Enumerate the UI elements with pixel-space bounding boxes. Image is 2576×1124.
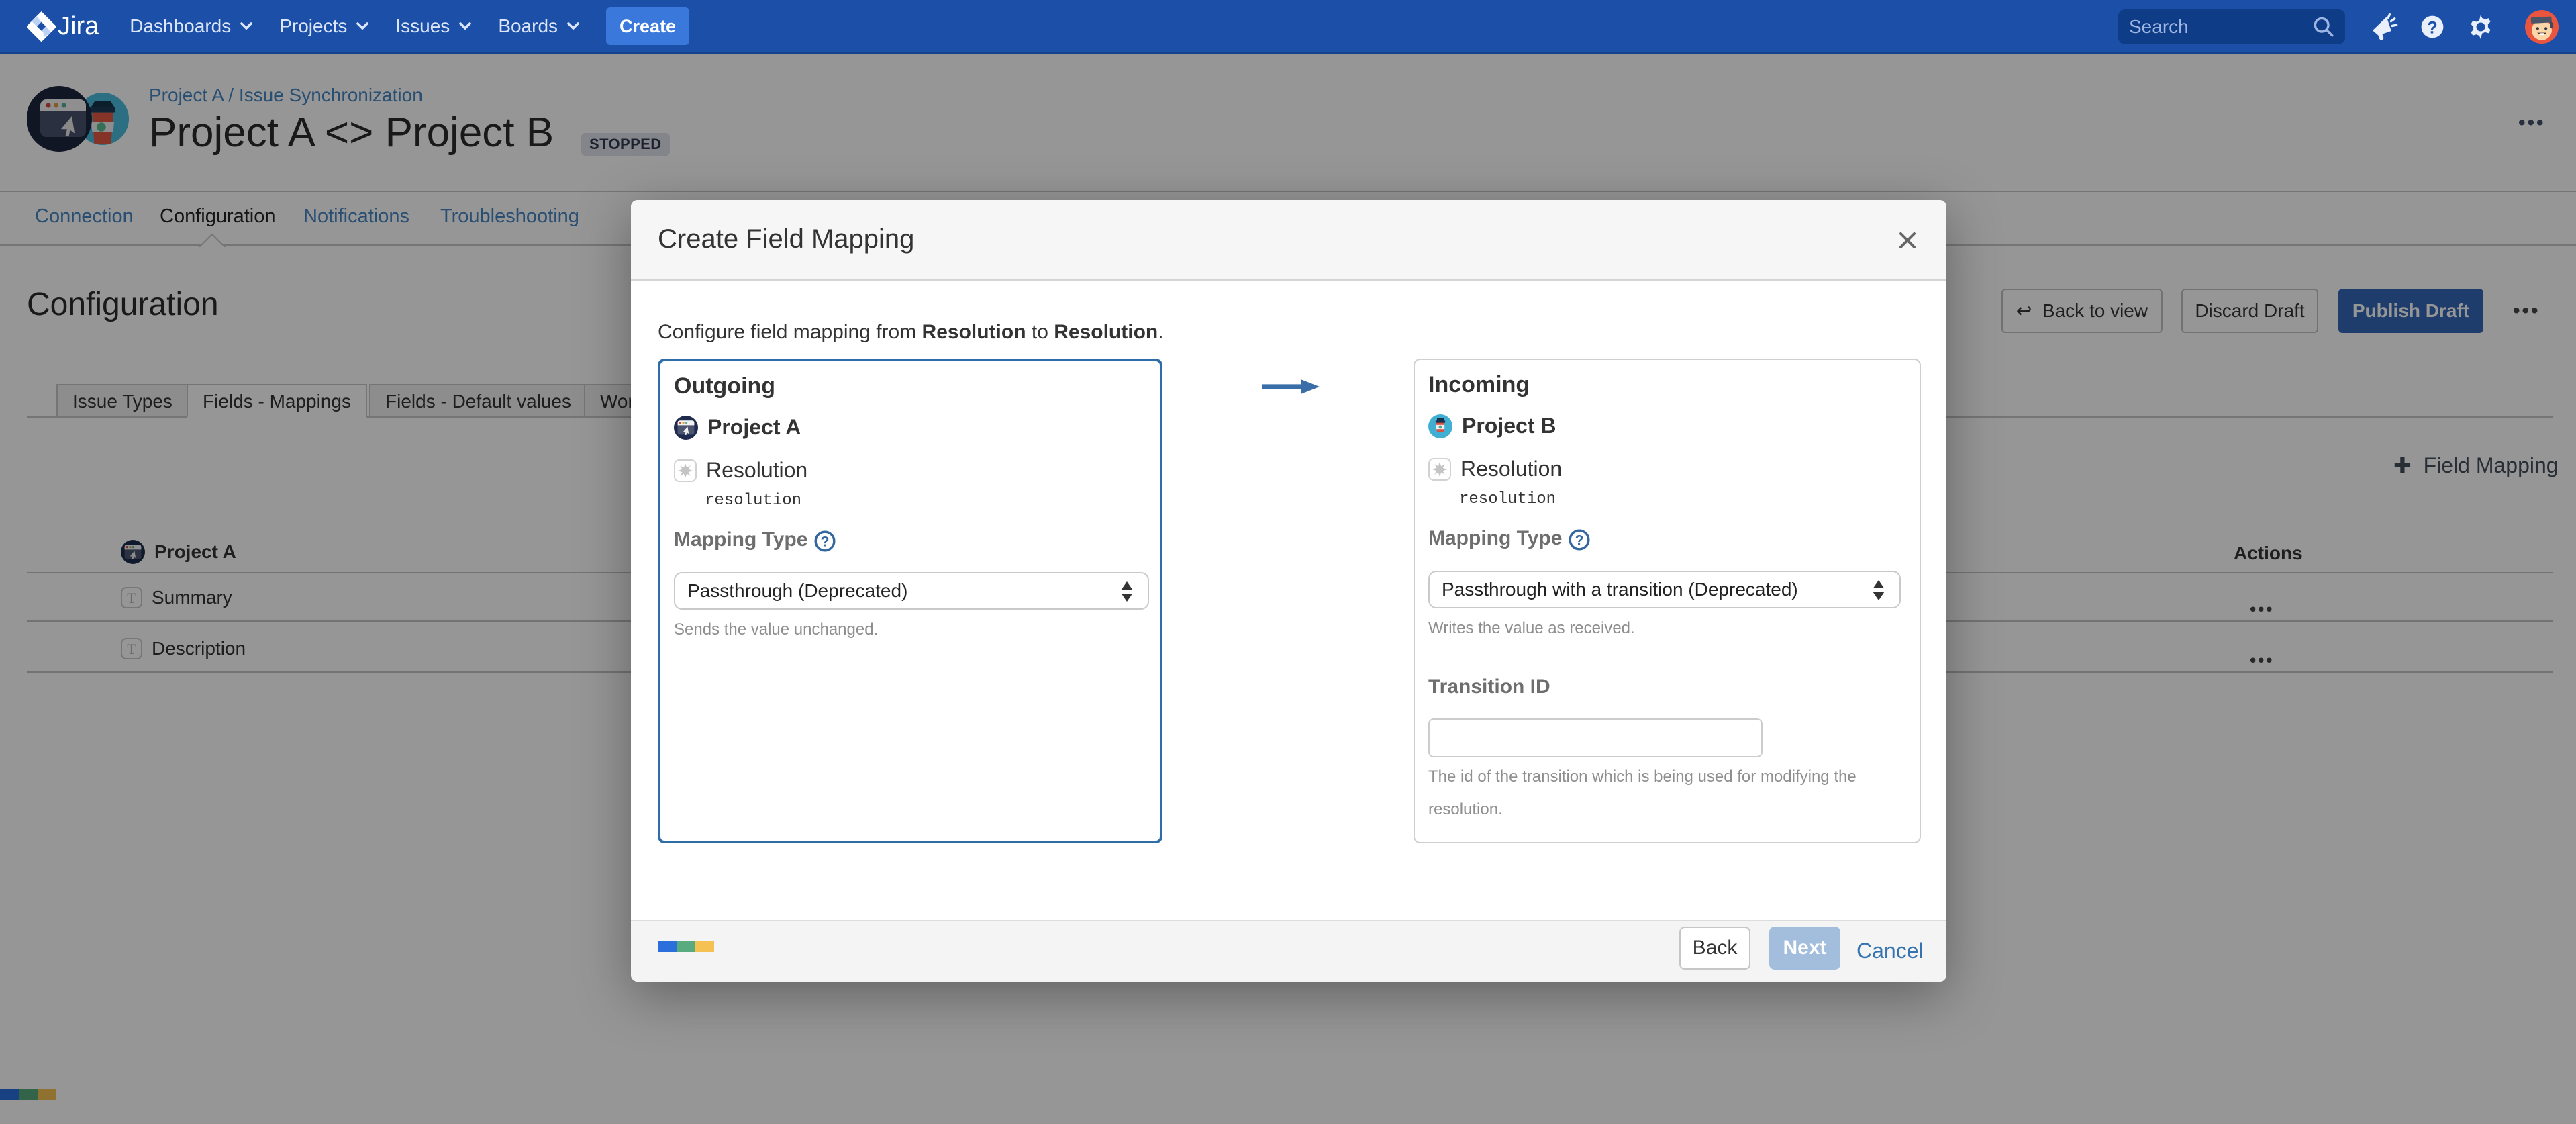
svg-text:?: ? [2427, 18, 2437, 37]
svg-text:?: ? [1575, 533, 1584, 549]
svg-text:?: ? [821, 534, 830, 550]
